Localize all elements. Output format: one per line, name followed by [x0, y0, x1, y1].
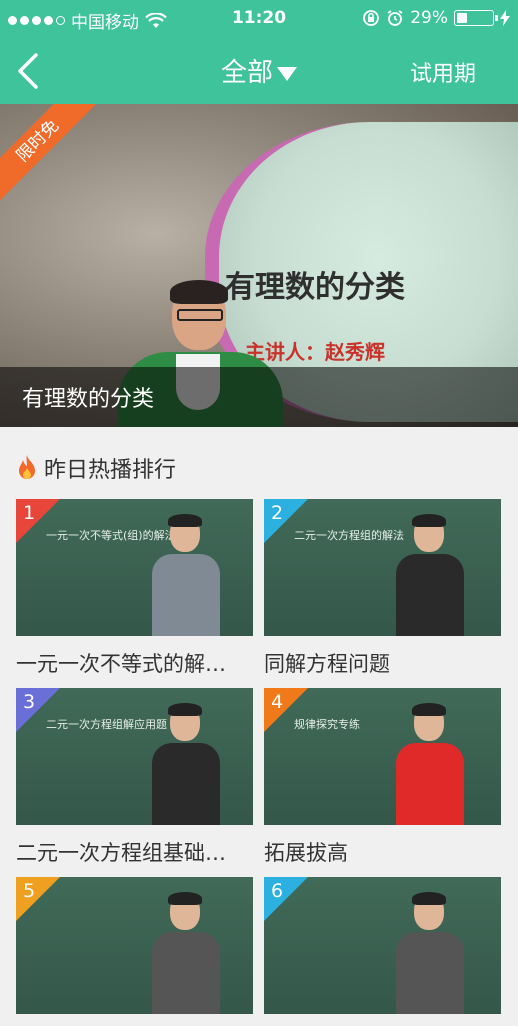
- battery-icon: [454, 10, 498, 26]
- board-text: 二元一次方程组的解法: [294, 529, 404, 542]
- teacher-figure: [392, 892, 468, 1014]
- category-title: 全部: [220, 58, 273, 88]
- rank-number: 1: [23, 502, 36, 524]
- alarm-icon: [387, 10, 403, 26]
- teacher-figure: [148, 892, 224, 1014]
- video-thumbnail: 一元一次不等式(组)的解法 1: [16, 499, 253, 636]
- teacher-figure: [392, 703, 468, 825]
- ranking-card[interactable]: 6: [264, 877, 501, 1026]
- video-thumbnail: 规律探究专练 4: [264, 688, 501, 825]
- ranking-card[interactable]: 5: [16, 877, 253, 1026]
- video-thumbnail: 二元一次方程组的解法 2: [264, 499, 501, 636]
- rotation-lock-icon: [363, 10, 380, 26]
- fire-icon: [19, 455, 35, 479]
- dropdown-caret-icon: [277, 66, 297, 81]
- rank-number: 3: [23, 691, 36, 713]
- battery-fill: [457, 13, 467, 23]
- rank-number: 5: [23, 880, 36, 902]
- section-header: 昨日热播排行: [14, 452, 176, 484]
- ranking-card[interactable]: 规律探究专练 4 拓展拔高: [264, 688, 501, 867]
- rank-number: 2: [271, 502, 284, 524]
- teacher-figure: [392, 514, 468, 636]
- video-title: 二元一次方程组基础…: [16, 841, 226, 865]
- featured-banner[interactable]: 有理数的分类 主讲人：赵秀辉 限时免 有理数的分类: [0, 104, 518, 427]
- video-thumbnail: 二元一次方程组解应用题 3: [16, 688, 253, 825]
- ranking-card[interactable]: 二元一次方程组解应用题 3 二元一次方程组基础…: [16, 688, 253, 867]
- teacher-figure: [148, 703, 224, 825]
- banner-caption: 有理数的分类: [22, 387, 155, 412]
- rank-number: 4: [271, 691, 284, 713]
- video-title: 拓展拔高: [264, 841, 348, 865]
- teacher-hair: [170, 280, 228, 304]
- section-title: 昨日热播排行: [44, 458, 177, 483]
- video-thumbnail: 5: [16, 877, 253, 1014]
- battery-percent: 29%: [410, 8, 448, 28]
- trial-period-button[interactable]: 试用期: [410, 56, 476, 88]
- status-bar: 中国移动 11:20 29%: [0, 0, 518, 38]
- charging-bolt-icon: [500, 10, 510, 26]
- banner-caption-bar: 有理数的分类: [0, 367, 518, 427]
- status-right: 29%: [362, 8, 510, 28]
- ranking-card[interactable]: 一元一次不等式(组)的解法 1 一元一次不等式的解…: [16, 499, 253, 678]
- video-title: 同解方程问题: [264, 652, 390, 676]
- video-title: 一元一次不等式的解…: [16, 652, 226, 676]
- video-thumbnail: 6: [264, 877, 501, 1014]
- ranking-card[interactable]: 二元一次方程组的解法 2 同解方程问题: [264, 499, 501, 678]
- slide-title: 有理数的分类: [225, 270, 405, 305]
- slide-subtitle: 主讲人：赵秀辉: [245, 340, 385, 364]
- teacher-figure: [148, 514, 224, 636]
- rank-number: 6: [271, 880, 284, 902]
- navigation-bar: 全部 试用期: [0, 38, 518, 104]
- teacher-glasses: [177, 309, 223, 321]
